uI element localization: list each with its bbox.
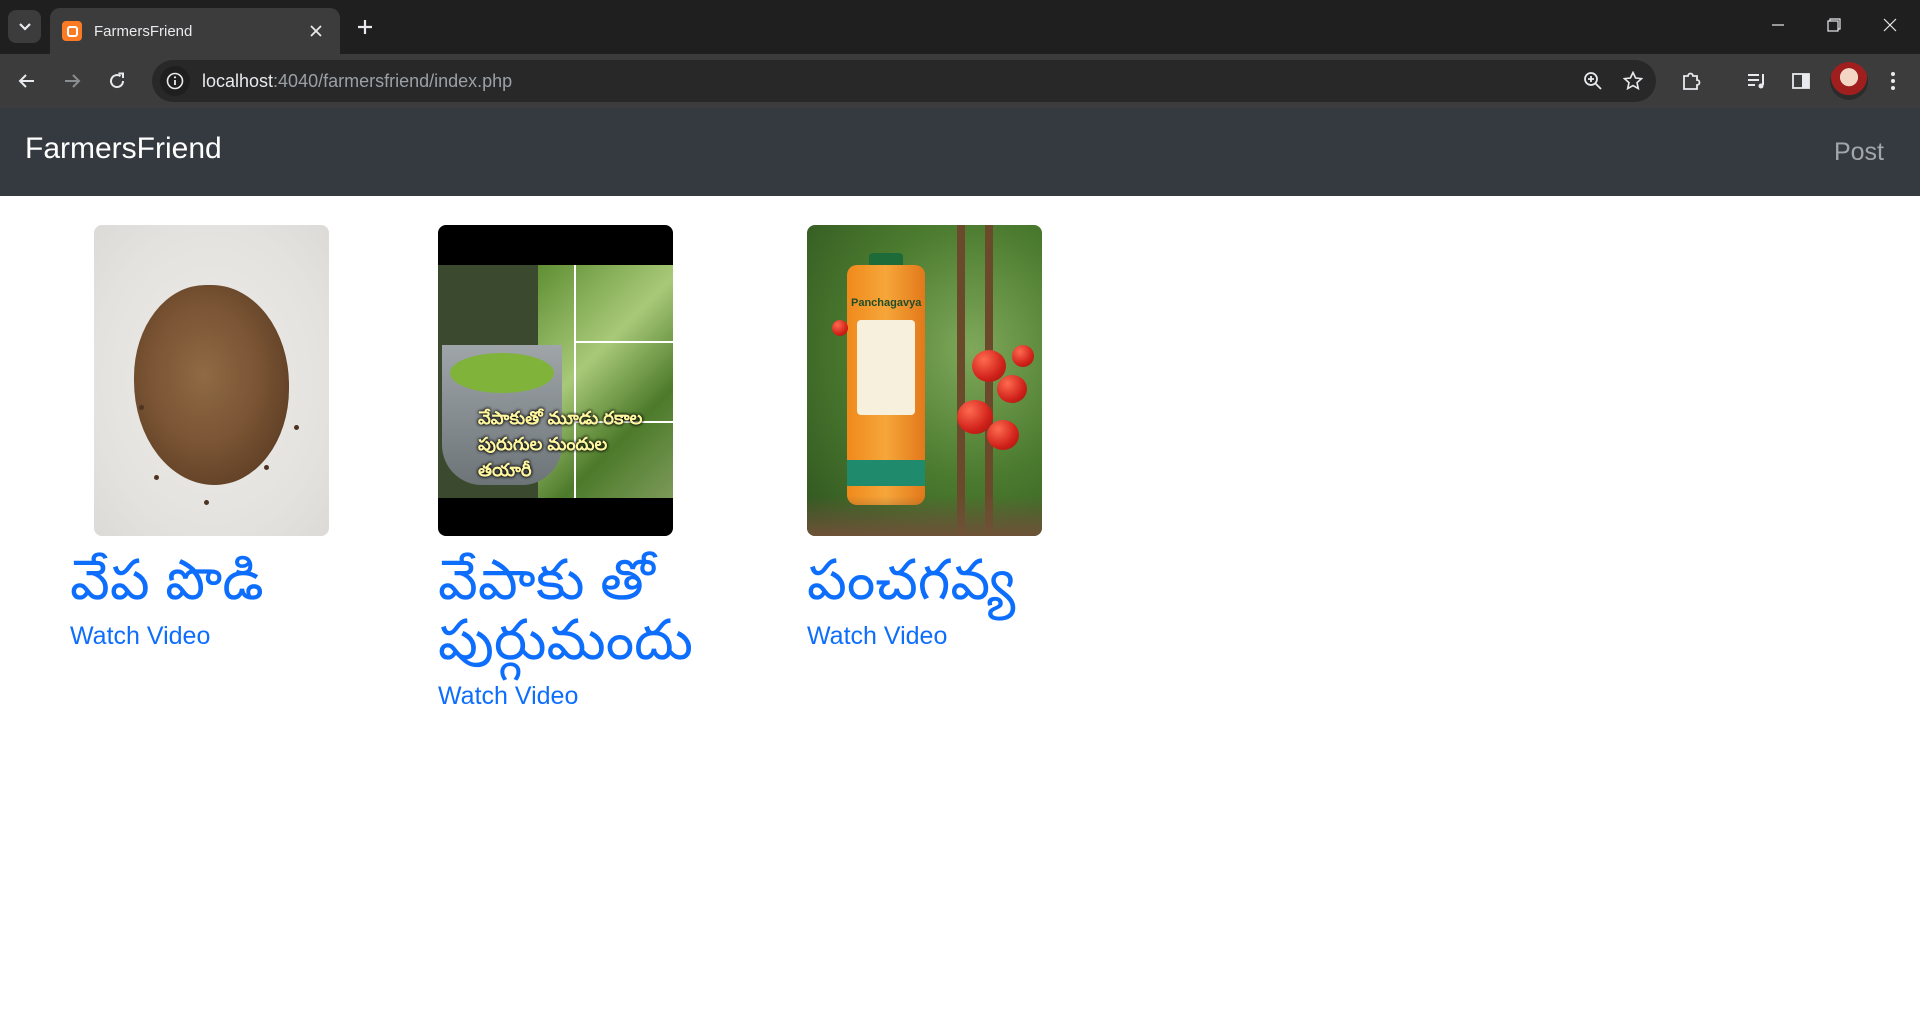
url-host: localhost	[202, 70, 274, 91]
back-button[interactable]	[10, 64, 44, 98]
media-controls-button[interactable]	[1740, 64, 1774, 98]
profile-avatar[interactable]	[1830, 62, 1868, 100]
site-info-button[interactable]	[160, 66, 190, 96]
restore-button[interactable]	[1806, 0, 1862, 50]
tab-title: FarmersFriend	[94, 22, 193, 40]
address-bar[interactable]: localhost:4040/farmersfriend/index.php	[152, 60, 1656, 102]
zoom-in-icon	[1584, 72, 1602, 90]
more-vertical-icon	[1891, 72, 1895, 90]
reload-button[interactable]	[100, 64, 134, 98]
side-panel-icon	[1792, 73, 1810, 89]
tab-close-button[interactable]	[304, 19, 328, 43]
minimize-button[interactable]	[1750, 0, 1806, 50]
close-icon	[1883, 18, 1897, 32]
browser-menu-button[interactable]	[1876, 64, 1910, 98]
info-icon	[166, 72, 184, 90]
plus-icon	[358, 20, 372, 34]
neem-leaf-pesticide-video-thumbnail: వేపాకుతో మూడు రకాల పురుగుల మందుల తయారీ	[438, 225, 673, 536]
zoom-button[interactable]	[1576, 64, 1610, 98]
bookmark-button[interactable]	[1616, 64, 1650, 98]
close-icon	[310, 25, 322, 37]
url-path: :4040/farmersfriend/index.php	[273, 70, 513, 91]
arrow-left-icon	[18, 74, 34, 88]
forward-button[interactable]	[55, 64, 89, 98]
product-card: వేపాకుతో మూడు రకాల పురుగుల మందుల తయారీ వ…	[438, 225, 768, 711]
tab-search-button[interactable]	[8, 10, 41, 43]
panchagavya-bottle-image: Panchagavya	[807, 225, 1042, 536]
arrow-right-icon	[65, 74, 81, 88]
extensions-button[interactable]	[1674, 64, 1708, 98]
restore-icon	[1827, 18, 1841, 32]
neem-powder-image	[94, 225, 329, 536]
browser-tab[interactable]: FarmersFriend	[50, 8, 340, 54]
brand-link[interactable]: FarmersFriend	[25, 132, 222, 166]
post-link[interactable]: Post	[1834, 138, 1884, 167]
watch-video-link[interactable]: Watch Video	[438, 682, 768, 711]
url-text[interactable]: localhost:4040/farmersfriend/index.php	[202, 71, 1576, 92]
xampp-favicon-icon	[62, 21, 82, 41]
bottle-label-text: Panchagavya	[851, 297, 922, 309]
watch-video-link[interactable]: Watch Video	[807, 622, 1137, 651]
card-title[interactable]: పంచగవ్య	[807, 550, 1137, 610]
card-title[interactable]: వేపాకు తో పుర్గుమందు	[438, 550, 768, 670]
browser-toolbar: localhost:4040/farmersfriend/index.php	[0, 54, 1920, 108]
chevron-down-icon	[18, 22, 31, 31]
puzzle-icon	[1683, 72, 1701, 90]
side-panel-button[interactable]	[1784, 64, 1818, 98]
minimize-icon	[1772, 24, 1784, 26]
product-card: Panchagavya పంచగవ్య Watch Video	[807, 225, 1137, 651]
product-card: వేప పొడి Watch Video	[70, 225, 400, 651]
new-tab-button[interactable]	[348, 10, 382, 44]
card-title[interactable]: వేప పొడి	[70, 550, 400, 610]
browser-tab-bar: FarmersFriend	[0, 0, 1920, 54]
star-icon	[1623, 71, 1643, 91]
reload-icon	[110, 72, 125, 89]
music-queue-icon	[1748, 74, 1764, 89]
close-window-button[interactable]	[1862, 0, 1918, 50]
thumbnail-caption: వేపాకుతో మూడు రకాల పురుగుల మందుల తయారీ	[478, 408, 643, 480]
site-navbar: FarmersFriend Post	[0, 108, 1920, 196]
watch-video-link[interactable]: Watch Video	[70, 622, 400, 651]
